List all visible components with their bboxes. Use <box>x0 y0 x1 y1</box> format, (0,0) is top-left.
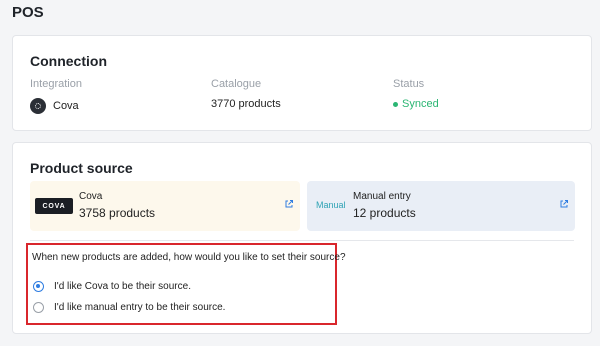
divider <box>30 240 574 241</box>
integration-name: Cova <box>53 100 79 112</box>
tile-manual-count: 12 products <box>353 206 416 220</box>
catalogue-value: 3770 products <box>211 98 281 110</box>
radio-cova-label: I'd like Cova to be their source. <box>54 281 191 292</box>
product-source-card: Product source COVA Cova 3758 products M… <box>12 142 592 334</box>
source-tile-cova[interactable]: COVA Cova 3758 products <box>30 181 300 231</box>
tile-manual-name: Manual entry <box>353 191 411 202</box>
product-source-title: Product source <box>30 160 133 176</box>
tile-cova-count: 3758 products <box>79 206 156 220</box>
integration-label: Integration <box>30 78 82 90</box>
radio-cova[interactable] <box>33 281 44 292</box>
radio-manual-label: I'd like manual entry to be their source… <box>54 302 226 313</box>
radio-option-manual[interactable]: I'd like manual entry to be their source… <box>33 302 225 313</box>
status-text: Synced <box>402 98 439 110</box>
page-title: POS <box>12 4 44 21</box>
source-question: When new products are added, how would y… <box>32 252 346 263</box>
catalogue-label: Catalogue <box>211 78 262 90</box>
status-value: Synced <box>393 98 439 110</box>
connection-card: Connection Integration Catalogue Status … <box>12 35 592 131</box>
manual-badge: Manual <box>316 200 346 210</box>
source-question-highlight: When new products are added, how would y… <box>26 243 346 325</box>
status-dot-icon <box>393 101 398 107</box>
integration-value: Cova <box>30 98 79 114</box>
radio-option-cova[interactable]: I'd like Cova to be their source. <box>33 281 191 292</box>
external-link-icon[interactable] <box>559 199 569 209</box>
source-tile-manual[interactable]: Manual Manual entry 12 products <box>307 181 575 231</box>
external-link-icon[interactable] <box>284 199 294 209</box>
connection-title: Connection <box>30 53 107 69</box>
radio-manual[interactable] <box>33 302 44 313</box>
tile-cova-name: Cova <box>79 191 103 202</box>
cova-logo-icon <box>30 98 46 114</box>
cova-badge: COVA <box>35 198 73 214</box>
status-label: Status <box>393 78 425 90</box>
